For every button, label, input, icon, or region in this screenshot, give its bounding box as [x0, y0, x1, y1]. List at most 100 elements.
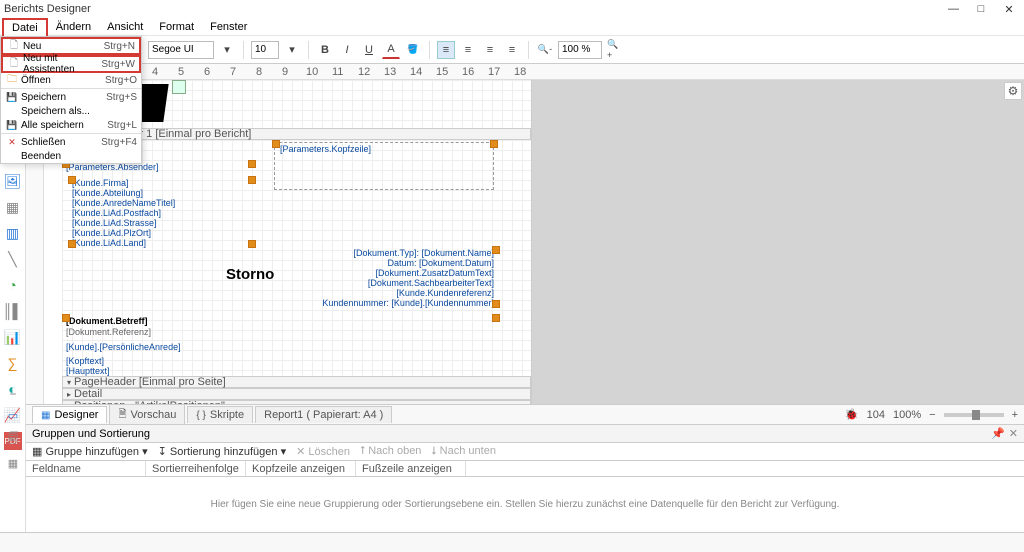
table-tool-icon[interactable]: ▥ — [4, 224, 22, 242]
field-kundenref[interactable]: [Kunde.Kundenreferenz] — [308, 288, 494, 298]
menu-speichern[interactable]: Speichern Strg+S — [1, 90, 141, 104]
col-sortorder[interactable]: Sortierreihenfolge — [146, 461, 246, 476]
zoom-in-small[interactable]: + — [1012, 409, 1018, 421]
field-kundennummer[interactable]: Kundennummer: [Kunde].[Kundennummer] — [308, 298, 494, 308]
pin-icon[interactable]: 📌 — [991, 427, 1005, 440]
field-kunde-abteilung[interactable]: [Kunde.Abteilung] — [72, 188, 143, 198]
menu-datei[interactable]: Datei — [2, 18, 48, 36]
zoom-out-small[interactable]: − — [929, 409, 935, 421]
menu-schliessen[interactable]: Schließen Strg+F4 — [1, 135, 141, 149]
zoom-in-button[interactable]: 🔍+ — [606, 41, 624, 59]
pivot-tool-icon[interactable]: ▦ — [8, 457, 18, 470]
zoom-slider-thumb[interactable] — [972, 410, 980, 420]
image-placeholder-icon[interactable] — [172, 80, 186, 94]
view-tabs: ▦Designer 🗎Vorschau { }Skripte Report1 (… — [26, 404, 1024, 424]
add-sort-button[interactable]: ↧ Sortierung hinzufügen ▾ — [158, 445, 287, 458]
col-feldname[interactable]: Feldname — [26, 461, 146, 476]
error-icon[interactable]: 🐞 — [845, 408, 859, 421]
field-doc-bearbeiter[interactable]: [Dokument.SachbearbeiterText] — [308, 278, 494, 288]
move-down-button[interactable]: ⭣ Nach unten — [431, 445, 496, 458]
col-kopfzeile[interactable]: Kopfzeile anzeigen — [246, 461, 356, 476]
font-size-combo[interactable]: 10 — [251, 41, 279, 59]
field-kunde-firma[interactable]: [Kunde.Firma] — [72, 178, 129, 188]
italic-button[interactable]: I — [338, 41, 356, 59]
menu-beenden[interactable]: Beenden — [1, 149, 141, 163]
panel-close-icon[interactable]: ✕ — [1009, 427, 1018, 440]
tab-skripte[interactable]: { }Skripte — [187, 406, 253, 423]
field-referenz[interactable]: [Dokument.Referenz] — [66, 327, 151, 337]
field-kunde-postfach[interactable]: [Kunde.LiAd.Postfach] — [72, 208, 161, 218]
zoom-out-button[interactable]: 🔍- — [536, 41, 554, 59]
field-doc-zusatz[interactable]: [Dokument.ZusatzDatumText] — [308, 268, 494, 278]
field-doc-typ[interactable]: [Dokument.Typ]: [Dokument.Name] — [308, 248, 494, 258]
field-storno[interactable]: Storno — [226, 266, 274, 283]
field-kopftext[interactable]: [Kopftext] — [66, 356, 104, 366]
designer-icon: ▦ — [41, 410, 50, 421]
field-anrede[interactable]: [Kunde].[PersönlicheAnrede] — [66, 342, 181, 352]
picture-tool-icon[interactable]: 🖼 — [4, 172, 22, 190]
shape-tool-icon[interactable]: ◔ — [4, 276, 22, 294]
align-justify-button[interactable]: ≡ — [503, 41, 521, 59]
band-positions[interactable]: Positionen - "ArtikelPositionen" — [62, 400, 531, 404]
delete-button[interactable]: ✕ Löschen — [296, 445, 350, 458]
align-right-button[interactable]: ≡ — [481, 41, 499, 59]
field-kunde-anrede[interactable]: [Kunde.AnredeNameTitel] — [72, 198, 175, 208]
menu-ansicht[interactable]: Ansicht — [99, 19, 151, 35]
tab-vorschau[interactable]: 🗎Vorschau — [109, 404, 185, 426]
chart-tool-icon[interactable]: 📊 — [4, 328, 22, 346]
menu-alle-speichern[interactable]: Alle speichern Strg+L — [1, 118, 141, 132]
new-icon — [7, 56, 21, 73]
tab-designer[interactable]: ▦Designer — [32, 406, 107, 423]
underline-button[interactable]: U — [360, 41, 378, 59]
folder-icon — [5, 72, 19, 89]
subreport-tool-icon[interactable]: 🗐 — [8, 430, 19, 449]
field-kunde-plzort[interactable]: [Kunde.LiAd.PlzOrt] — [72, 228, 151, 238]
field-kopfzeile[interactable]: [Parameters.Kopfzeile] — [280, 144, 371, 154]
groups-empty-hint: Hier fügen Sie eine neue Gruppierung ode… — [26, 477, 1024, 532]
field-haupttext[interactable]: [Haupttext] — [66, 366, 110, 376]
crossband-tool-icon[interactable]: ▭ — [8, 409, 18, 422]
maximize-button[interactable]: □ — [976, 3, 986, 16]
minimize-button[interactable]: — — [948, 3, 958, 16]
save-icon — [5, 92, 19, 103]
move-up-button[interactable]: ⭡ Nach oben — [360, 445, 421, 458]
barcode-tool-icon[interactable]: ║▌ — [4, 302, 22, 320]
col-fusszeile[interactable]: Fußzeile anzeigen — [356, 461, 466, 476]
field-doc-datum[interactable]: Datum: [Dokument.Datum] — [308, 258, 494, 268]
panel-tool-icon[interactable]: ▦ — [4, 198, 22, 216]
align-left-button[interactable]: ≡ — [437, 41, 455, 59]
field-betreff[interactable]: [Dokument.Betreff] — [66, 316, 148, 326]
zoom-combo[interactable]: 100 % — [558, 41, 602, 59]
band-detail[interactable]: Detail — [62, 388, 531, 400]
status-bar — [0, 532, 1024, 552]
font-dropdown-icon[interactable]: ▾ — [218, 41, 236, 59]
bold-button[interactable]: B — [316, 41, 334, 59]
zoom-status: 100% — [893, 409, 921, 421]
line-tool-icon[interactable]: ╲ — [4, 250, 22, 268]
pagebreak-tool-icon[interactable]: ⎯ — [10, 388, 16, 401]
band-pageheader[interactable]: PageHeader [Einmal pro Seite] — [62, 376, 531, 388]
field-kunde-land[interactable]: [Kunde.LiAd.Land] — [72, 238, 146, 248]
close-window-button[interactable]: ✕ — [1004, 3, 1014, 16]
close-icon — [5, 137, 19, 148]
groups-title: Gruppen und Sortierung — [32, 428, 150, 440]
menu-aendern[interactable]: Ändern — [48, 19, 99, 35]
datei-dropdown: Neu Strg+N Neu mit Assistenten Strg+W Öf… — [0, 36, 142, 164]
tab-report[interactable]: Report1 ( Papierart: A4 ) — [255, 406, 392, 423]
size-dropdown-icon[interactable]: ▾ — [283, 41, 301, 59]
fill-color-button[interactable]: 🪣 — [404, 41, 422, 59]
add-group-button[interactable]: ▦ Gruppe hinzufügen ▾ — [32, 445, 148, 458]
menu-neu-assistent[interactable]: Neu mit Assistenten Strg+W — [1, 55, 141, 73]
menu-format[interactable]: Format — [151, 19, 202, 35]
error-count: 104 — [867, 409, 885, 421]
smart-tag-icon[interactable]: ⚙ — [1004, 82, 1022, 100]
sparkline-tool-icon[interactable]: ∑ — [4, 354, 22, 372]
menu-fenster[interactable]: Fenster — [202, 19, 255, 35]
font-color-button[interactable]: A — [382, 41, 400, 59]
field-kunde-strasse[interactable]: [Kunde.LiAd.Strasse] — [72, 218, 157, 228]
font-combo[interactable]: Segoe UI — [148, 41, 214, 59]
menu-oeffnen[interactable]: Öffnen Strg+O — [1, 73, 141, 87]
scripts-icon: { } — [196, 410, 205, 421]
menu-speichern-als[interactable]: Speichern als... — [1, 104, 141, 118]
align-center-button[interactable]: ≡ — [459, 41, 477, 59]
